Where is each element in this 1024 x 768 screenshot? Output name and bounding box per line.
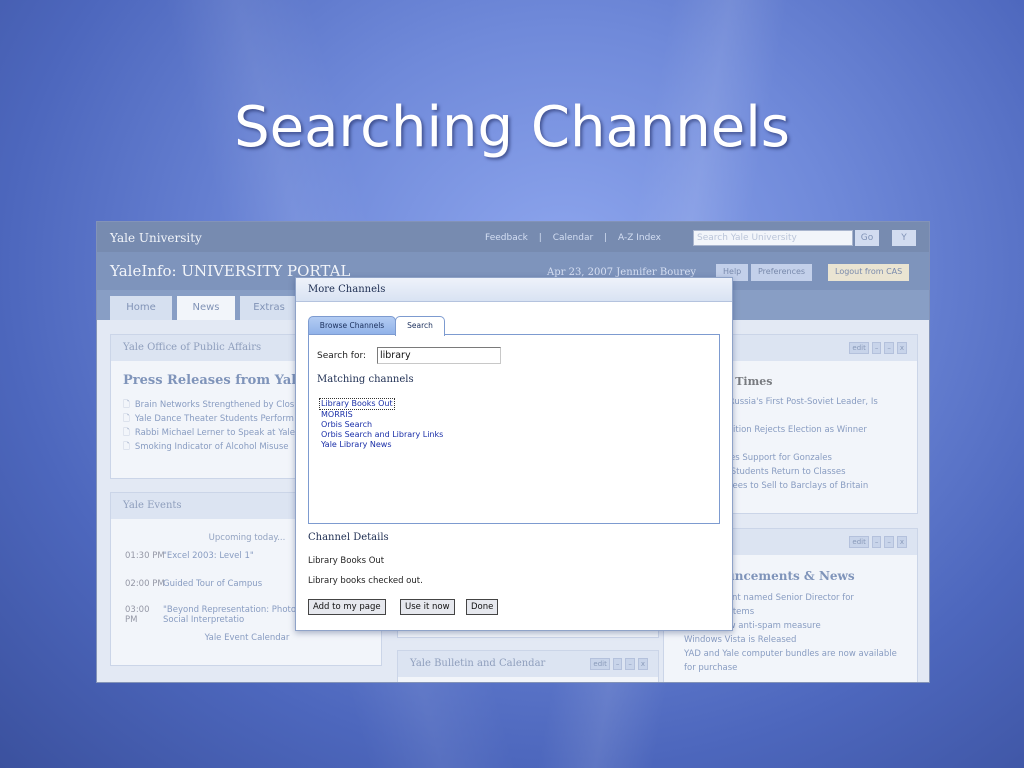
event-row: 01:30 PM"Excel 2003: Level 1" xyxy=(125,551,254,561)
az-index-link[interactable]: A-Z Index xyxy=(618,233,661,243)
nyt-headline-list: n, Russia's First Post-Soviet Leader, Is… xyxy=(718,395,878,493)
announcements-title: ouncements & News xyxy=(718,569,855,583)
event-title[interactable]: "Excel 2003: Level 1" xyxy=(163,551,254,561)
list-item[interactable]: Rabbi Michael Lerner to Speak at Yale xyxy=(123,427,297,441)
search-panel: Search for: Matching channels Library Bo… xyxy=(308,334,720,524)
channel-search-input[interactable] xyxy=(377,347,501,364)
y-button[interactable]: Y xyxy=(892,230,916,246)
event-time: 01:30 PM xyxy=(125,551,165,561)
close-button[interactable]: x xyxy=(637,658,648,670)
search-for-label: Search for: xyxy=(317,351,367,361)
portal-top-bar: Yale University Feedback | Calendar | A-… xyxy=(97,222,929,252)
matching-channel-list: Library Books Out MORRIS Orbis Search Or… xyxy=(319,398,443,450)
channel-details-heading: Channel Details xyxy=(308,532,389,543)
preferences-button[interactable]: Preferences xyxy=(751,264,813,281)
list-item[interactable]: Windows Vista is Released xyxy=(672,633,897,647)
list-item[interactable] xyxy=(718,437,878,451)
done-button[interactable]: Done xyxy=(466,599,499,615)
link-separator: | xyxy=(604,233,608,243)
portal-screenshot: Yale University Feedback | Calendar | A-… xyxy=(96,221,930,683)
channel-result-selected[interactable]: Library Books Out xyxy=(319,398,395,410)
logout-button[interactable]: Logout from CAS xyxy=(828,264,910,281)
bulletin-channel: Yale Bulletin and Calendar edit – – x xyxy=(397,650,659,682)
list-item[interactable]: ch Students Return to Classes xyxy=(718,465,878,479)
channel-result[interactable]: MORRIS xyxy=(321,410,443,420)
channel-result[interactable]: Yale Library News xyxy=(321,440,443,450)
calendar-link[interactable]: Calendar xyxy=(553,233,593,243)
tab-extras[interactable]: Extras xyxy=(240,296,298,320)
press-releases-title: Press Releases from Yale xyxy=(123,373,305,388)
dialog-title: More Channels xyxy=(296,278,732,302)
list-item[interactable]: position Rejects Election as Winner xyxy=(718,423,878,437)
list-item[interactable]: n, Russia's First Post-Soviet Leader, Is xyxy=(718,395,878,409)
event-time: 02:00 PM xyxy=(125,579,165,589)
tab-search[interactable]: Search xyxy=(395,316,445,336)
event-calendar-link[interactable]: Yale Event Calendar xyxy=(111,633,383,643)
more-channels-dialog: More Channels Browse Channels Search Sea… xyxy=(295,277,733,631)
minimize-button[interactable]: – xyxy=(871,536,882,548)
collapse-button[interactable]: – xyxy=(625,658,635,670)
tab-browse-channels[interactable]: Browse Channels xyxy=(308,316,396,335)
close-button[interactable]: x xyxy=(896,536,907,548)
list-item[interactable]: Smoking Indicator of Alcohol Misuse xyxy=(123,441,297,455)
press-release-list: Brain Networks Strengthened by Closi Yal… xyxy=(123,399,297,455)
top-links: Feedback | Calendar | A-Z Index xyxy=(481,233,665,243)
use-it-now-button[interactable]: Use it now xyxy=(400,599,455,615)
dialog-tabs: Browse Channels Search xyxy=(308,316,720,336)
event-title[interactable]: Guided Tour of Campus xyxy=(163,579,262,589)
channel-detail-name: Library Books Out xyxy=(308,556,385,566)
minimize-button[interactable]: – xyxy=(612,658,623,670)
channel-controls: edit – – x xyxy=(849,536,907,548)
go-button[interactable]: Go xyxy=(855,230,879,246)
list-item[interactable]: Yale Dance Theater Students Perform xyxy=(123,413,297,427)
add-to-my-page-button[interactable]: Add to my page xyxy=(308,599,386,615)
link-separator: | xyxy=(538,233,542,243)
collapse-button[interactable]: – xyxy=(884,342,894,354)
channel-result[interactable]: Orbis Search and Library Links xyxy=(321,430,443,440)
slide-title: Searching Channels xyxy=(234,95,790,160)
channel-controls: edit – – x xyxy=(849,342,907,354)
university-search-input[interactable]: Search Yale University xyxy=(693,230,853,246)
collapse-button[interactable]: – xyxy=(884,536,894,548)
list-item[interactable] xyxy=(718,409,878,423)
minimize-button[interactable]: – xyxy=(871,342,882,354)
feedback-link[interactable]: Feedback xyxy=(485,233,528,243)
list-item[interactable]: Agrees to Sell to Barclays of Britain xyxy=(718,479,878,493)
channel-controls: edit – – x xyxy=(590,658,648,670)
edit-button[interactable]: edit xyxy=(849,342,869,354)
list-item[interactable]: YAD and Yale computer bundles are now av… xyxy=(672,647,897,661)
channel-result[interactable]: Orbis Search xyxy=(321,420,443,430)
list-item[interactable]: Brain Networks Strengthened by Closi xyxy=(123,399,297,413)
university-name: Yale University xyxy=(110,231,202,245)
event-row: 02:00 PMGuided Tour of Campus xyxy=(125,579,262,589)
event-time: 03:00 PM xyxy=(125,605,150,625)
list-item[interactable]: for purchase xyxy=(672,661,897,675)
tab-news[interactable]: News xyxy=(177,296,235,320)
channel-detail-description: Library books checked out. xyxy=(308,576,423,586)
edit-button[interactable]: edit xyxy=(849,536,869,548)
edit-button[interactable]: edit xyxy=(590,658,610,670)
list-item[interactable]: rates Support for Gonzales xyxy=(718,451,878,465)
tab-home[interactable]: Home xyxy=(110,296,172,320)
matching-channels-heading: Matching channels xyxy=(317,374,414,385)
close-button[interactable]: x xyxy=(896,342,907,354)
